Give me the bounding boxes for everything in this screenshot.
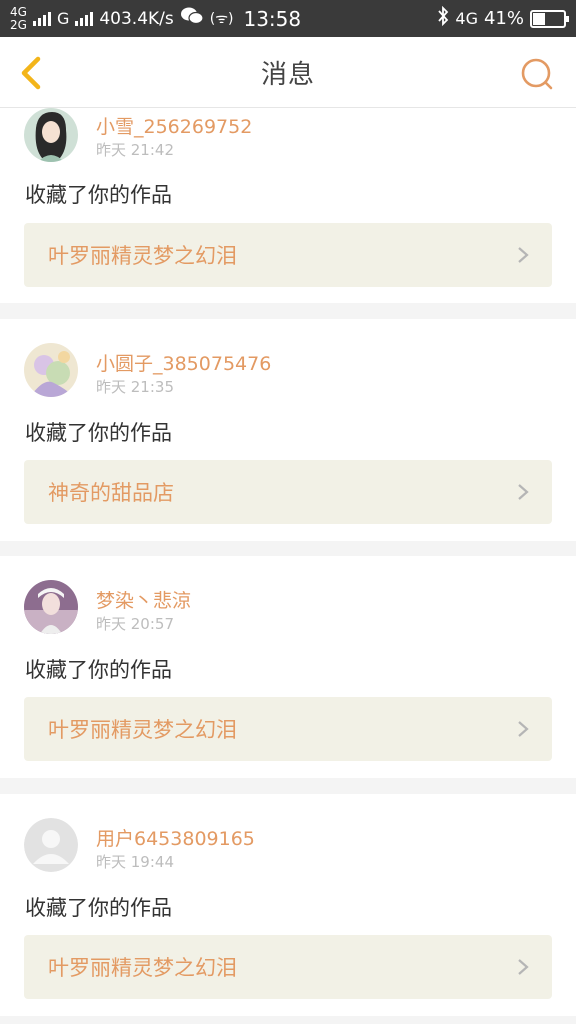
timestamp: 昨天 21:35 <box>96 378 174 396</box>
message-card: 用户6453809165 昨天 19:44 收藏了你的作品 叶罗丽精灵梦之幻泪 <box>0 794 576 1016</box>
bluetooth-icon <box>437 5 449 31</box>
action-text: 收藏了你的作品 <box>25 421 172 445</box>
chevron-right-icon <box>518 959 529 975</box>
wechat-icon <box>180 6 204 31</box>
message-card: 小圆子_385075476 昨天 21:35 收藏了你的作品 神奇的甜品店 <box>0 319 576 541</box>
nav-header: 消息 <box>0 37 576 108</box>
avatar[interactable] <box>24 108 78 162</box>
timestamp: 昨天 21:42 <box>96 141 174 159</box>
battery-level <box>533 12 546 25</box>
action-text: 收藏了你的作品 <box>25 183 172 207</box>
work-title: 神奇的甜品店 <box>48 481 174 505</box>
message-card: 小雪_256269752 昨天 21:42 收藏了你的作品 叶罗丽精灵梦之幻泪 <box>0 108 576 303</box>
timestamp: 昨天 19:44 <box>96 853 174 871</box>
chevron-right-icon <box>518 721 529 737</box>
network-type-right: 4G <box>455 9 478 28</box>
search-button[interactable] <box>520 57 554 91</box>
avatar[interactable] <box>24 580 78 634</box>
username[interactable]: 小圆子_385075476 <box>96 349 271 376</box>
network-type-stack: 4G 2G <box>10 4 27 32</box>
hotspot-icon: (ᯤ) <box>209 11 234 27</box>
network-speed: 403.4K/s <box>99 8 174 29</box>
back-arrow-icon <box>21 56 41 90</box>
username[interactable]: 用户6453809165 <box>96 824 255 851</box>
signal-icon <box>32 11 51 26</box>
battery-icon <box>530 9 569 28</box>
work-link[interactable]: 神奇的甜品店 <box>24 460 552 524</box>
chevron-right-icon <box>518 484 529 500</box>
battery-percent: 41% <box>483 8 524 29</box>
status-time: 13:58 <box>243 6 302 31</box>
timestamp: 昨天 20:57 <box>96 615 174 633</box>
page-title: 消息 <box>260 59 315 90</box>
back-button[interactable] <box>14 55 50 91</box>
work-link[interactable]: 叶罗丽精灵梦之幻泪 <box>24 935 552 999</box>
status-left: 4G 2G G 403.4K/s (ᯤ) 13:58 <box>10 4 302 32</box>
carrier-type: G <box>56 9 70 28</box>
search-icon <box>521 58 553 90</box>
work-title: 叶罗丽精灵梦之幻泪 <box>48 718 237 742</box>
work-title: 叶罗丽精灵梦之幻泪 <box>48 244 237 268</box>
username[interactable]: 小雪_256269752 <box>96 112 252 139</box>
signal-icon-2 <box>75 11 94 26</box>
message-card: 梦染丶悲涼 昨天 20:57 收藏了你的作品 叶罗丽精灵梦之幻泪 <box>0 556 576 778</box>
status-right: 4G 41% <box>437 5 569 31</box>
network-type-bottom: 2G <box>10 17 27 32</box>
work-link[interactable]: 叶罗丽精灵梦之幻泪 <box>24 223 552 287</box>
avatar-default-icon[interactable] <box>24 818 78 872</box>
status-bar: 4G 2G G 403.4K/s (ᯤ) 13:58 4G 41% <box>0 0 576 37</box>
chevron-right-icon <box>518 247 529 263</box>
network-type-top: 4G <box>10 4 27 19</box>
username[interactable]: 梦染丶悲涼 <box>96 586 191 613</box>
avatar[interactable] <box>24 343 78 397</box>
work-title: 叶罗丽精灵梦之幻泪 <box>48 956 237 980</box>
action-text: 收藏了你的作品 <box>25 658 172 682</box>
work-link[interactable]: 叶罗丽精灵梦之幻泪 <box>24 697 552 761</box>
action-text: 收藏了你的作品 <box>25 896 172 920</box>
